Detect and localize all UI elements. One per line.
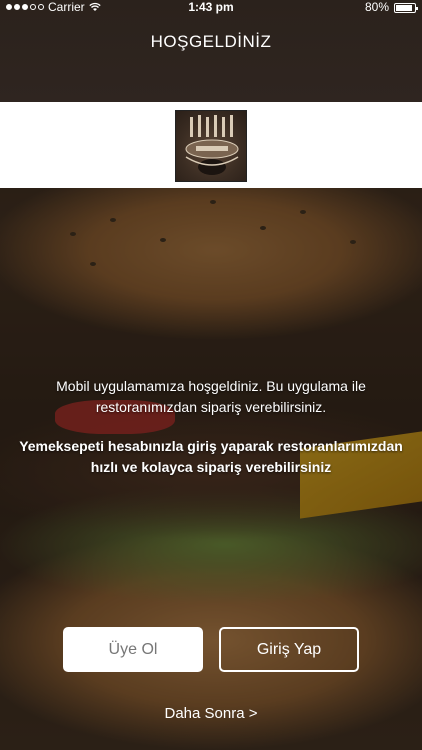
status-bar: Carrier 1:43 pm 80% — [0, 0, 422, 14]
logo-strip — [0, 102, 422, 188]
status-time: 1:43 pm — [188, 0, 234, 14]
battery-percent: 80% — [364, 0, 389, 14]
later-link[interactable]: Daha Sonra > — [0, 705, 422, 722]
restaurant-logo — [175, 110, 247, 182]
yemeksepeti-info-text: Yemeksepeti hesabınızla giriş yaparak re… — [19, 438, 403, 475]
signup-button[interactable]: Üye Ol — [63, 627, 203, 672]
header: Carrier 1:43 pm 80% HOŞGELDİNİZ — [0, 0, 422, 102]
battery-icon — [394, 2, 418, 13]
page-title: HOŞGELDİNİZ — [150, 32, 272, 51]
login-button[interactable]: Giriş Yap — [219, 627, 359, 672]
welcome-text: Mobil uygulamamıza hoşgeldiniz. Bu uygul… — [56, 378, 366, 415]
